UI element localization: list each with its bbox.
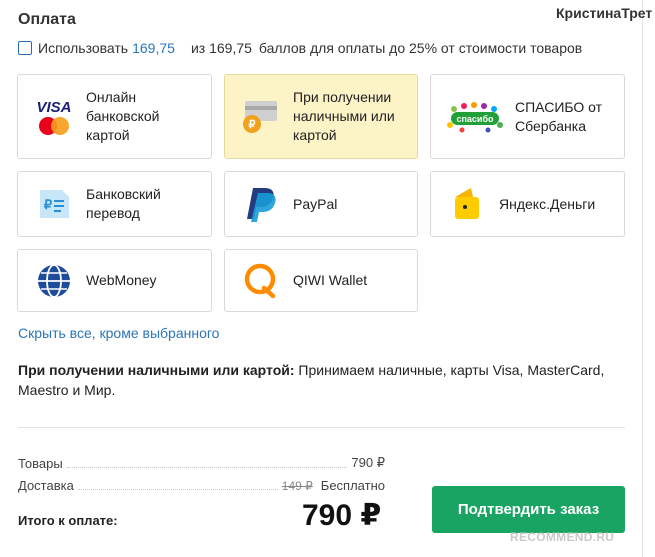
method-label: Яндекс.Деньги bbox=[499, 195, 596, 212]
method-label: Онлайн банковской картой bbox=[86, 89, 160, 143]
username-watermark: КристинаТрет bbox=[556, 5, 653, 21]
description-title: При получении наличными или картой: bbox=[18, 362, 295, 378]
total-value: 790 ₽ bbox=[302, 499, 382, 532]
yandex-money-icon bbox=[443, 184, 491, 224]
svg-text:₽: ₽ bbox=[44, 197, 53, 212]
delivery-old-price: 149 ₽ bbox=[281, 479, 313, 493]
svg-text:спасибо: спасибо bbox=[456, 114, 494, 124]
summary-delivery-row: Доставка 149 ₽ Бесплатно bbox=[18, 478, 385, 493]
method-label: При получении наличными или картой bbox=[293, 89, 395, 143]
total-label: Итого к оплате: bbox=[18, 513, 118, 528]
paypal-icon bbox=[237, 184, 285, 224]
section-title: Оплата bbox=[18, 11, 76, 28]
goods-value: 790 ₽ bbox=[351, 455, 385, 470]
divider bbox=[18, 427, 625, 428]
method-online-card[interactable]: VISA Онлайн банковской картой bbox=[17, 74, 212, 159]
points-suffix: баллов для оплаты до 25% от стоимости то… bbox=[258, 40, 583, 56]
use-points-label: Использовать bbox=[38, 40, 129, 56]
leader-dots bbox=[66, 467, 348, 468]
svg-text:VISA: VISA bbox=[36, 99, 71, 116]
watermark: RECOMMEND.RU bbox=[510, 530, 615, 544]
cash-card-icon: ₽ bbox=[237, 97, 285, 137]
bank-transfer-icon: ₽ bbox=[30, 184, 78, 224]
payment-description: При получении наличными или картой: Прин… bbox=[18, 360, 618, 400]
method-label: WebMoney bbox=[86, 272, 157, 288]
method-cash-card[interactable]: ₽ При получении наличными или картой bbox=[224, 74, 418, 159]
svg-text:₽: ₽ bbox=[249, 119, 256, 131]
qiwi-icon bbox=[237, 261, 285, 301]
method-label: PayPal bbox=[293, 195, 338, 212]
method-qiwi[interactable]: QIWI Wallet bbox=[224, 249, 418, 312]
visa-mastercard-icon: VISA bbox=[30, 97, 78, 137]
summary-goods-row: Товары 790 ₽ bbox=[18, 455, 385, 471]
use-points-checkbox[interactable] bbox=[18, 41, 32, 55]
method-paypal[interactable]: PayPal bbox=[224, 171, 418, 237]
delivery-label: Доставка bbox=[18, 478, 74, 493]
method-bank-transfer[interactable]: ₽ Банковский перевод bbox=[17, 171, 212, 237]
payment-panel: Оплата КристинаТрет Использовать 169,75 … bbox=[0, 0, 652, 557]
leader-dots bbox=[77, 489, 278, 490]
collapse-methods-link[interactable]: Скрыть все, кроме выбранного bbox=[18, 325, 219, 341]
method-label: QIWI Wallet bbox=[293, 272, 368, 288]
goods-label: Товары bbox=[18, 456, 63, 471]
points-amount-link[interactable]: 169,75 bbox=[132, 40, 175, 56]
confirm-order-button[interactable]: Подтвердить заказ bbox=[432, 486, 625, 533]
delivery-value: Бесплатно bbox=[320, 478, 385, 493]
method-label: СПАСИБО от Сбербанка bbox=[515, 98, 603, 134]
method-label: Банковский перевод bbox=[86, 186, 161, 221]
spasibo-icon: спасибо bbox=[443, 97, 507, 137]
points-row: Использовать 169,75 из 169,75 баллов для… bbox=[18, 40, 586, 56]
points-available: из 169,75 bbox=[190, 40, 252, 56]
method-spasibo[interactable]: спасибо СПАСИБО от Сбербанка bbox=[430, 74, 625, 159]
method-webmoney[interactable]: WebMoney bbox=[17, 249, 212, 312]
webmoney-icon bbox=[30, 261, 78, 301]
method-yandex-money[interactable]: Яндекс.Деньги bbox=[430, 171, 625, 237]
